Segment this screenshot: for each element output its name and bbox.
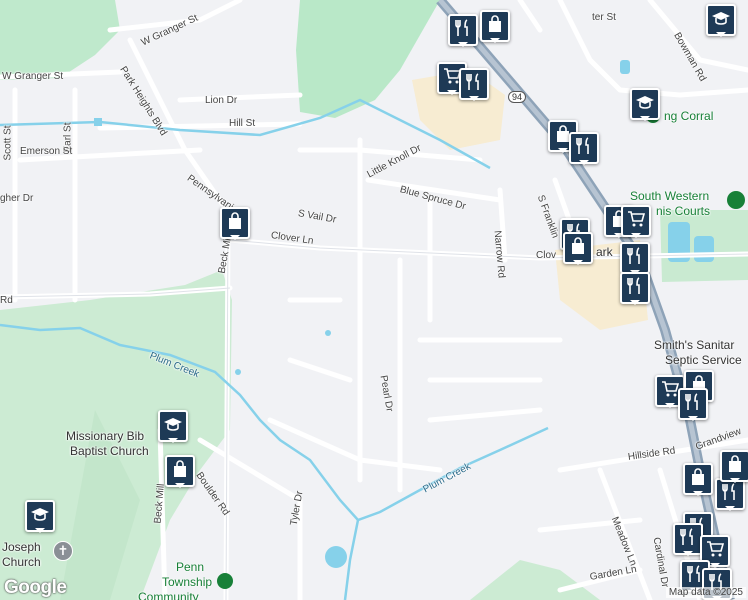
shopping-pin[interactable]	[165, 455, 195, 488]
fork-knife-icon	[574, 136, 594, 161]
place-label-penn[interactable]: Penn	[176, 560, 204, 574]
fork-knife-icon	[453, 18, 473, 43]
place-label-tennis-courts[interactable]: nis Courts	[656, 204, 710, 218]
shopping-bag-icon	[485, 14, 505, 39]
place-label-township[interactable]: Township	[162, 575, 212, 589]
place-label-community[interactable]: Community	[138, 590, 199, 600]
place-label-joseph[interactable]: Joseph	[2, 540, 41, 554]
restaurant-pin[interactable]	[620, 272, 650, 305]
place-label-smiths[interactable]: Smith's Sanitar	[654, 338, 734, 352]
school-pin[interactable]	[706, 4, 736, 37]
street-label-rd: Rd	[0, 295, 13, 306]
google-logo: Google	[4, 577, 67, 598]
place-label-corral[interactable]: ng Corral	[664, 109, 713, 123]
fork-knife-icon	[625, 276, 645, 301]
street-label-scott-st: Scott St	[2, 125, 14, 161]
fork-knife-icon	[464, 72, 484, 97]
shopping-bag-icon	[225, 211, 245, 236]
street-label-clover-ln-east: Clov	[536, 250, 557, 261]
restaurant-pin[interactable]	[569, 132, 599, 165]
map-canvas[interactable]: W Granger St W Granger St Park Heights B…	[0, 0, 748, 600]
map-attribution[interactable]: Map data ©2025	[665, 587, 746, 598]
street-label-hill-st: Hill St	[229, 118, 256, 129]
fork-knife-icon	[625, 246, 645, 271]
shopping-bag-icon	[688, 467, 708, 492]
shopping-pin[interactable]	[563, 232, 593, 265]
route-shield-94: 94	[508, 91, 527, 103]
grocery-pin[interactable]	[621, 205, 651, 238]
shopping-pin[interactable]	[720, 450, 748, 483]
shopping-bag-icon	[725, 454, 745, 479]
park-tree-icon[interactable]	[217, 573, 233, 589]
shopping-cart-icon	[660, 379, 680, 404]
place-label-septic-service[interactable]: Septic Service	[665, 353, 742, 367]
place-label-south-western[interactable]: South Western	[630, 189, 709, 203]
shopping-pin[interactable]	[683, 463, 713, 496]
tennis-court-icon[interactable]	[727, 191, 745, 209]
restaurant-pin[interactable]	[673, 523, 703, 556]
restaurant-pin[interactable]	[620, 242, 650, 275]
shopping-cart-icon	[626, 209, 646, 234]
street-label-ter-st: ter St	[592, 12, 616, 23]
street-label-gher-dr: gher Dr	[0, 193, 34, 204]
shopping-pin[interactable]	[220, 207, 250, 240]
place-label-missionary[interactable]: Missionary Bib	[66, 429, 144, 443]
church-cross-icon[interactable]: ✝	[53, 541, 73, 561]
restaurant-pin[interactable]	[678, 388, 708, 421]
place-label-baptist-church[interactable]: Baptist Church	[70, 444, 149, 458]
fork-knife-icon	[683, 392, 703, 417]
graduation-cap-icon	[635, 92, 655, 117]
school-pin[interactable]	[25, 500, 55, 533]
place-label-ark: ark	[596, 245, 613, 259]
school-pin[interactable]	[630, 88, 660, 121]
street-label-lion-dr: Lion Dr	[205, 95, 238, 106]
shopping-bag-icon	[170, 459, 190, 484]
fork-knife-icon	[678, 527, 698, 552]
shopping-pin[interactable]	[480, 10, 510, 43]
restaurant-pin[interactable]	[448, 14, 478, 47]
street-label-emerson-st: Emerson St	[20, 146, 73, 157]
school-pin[interactable]	[158, 410, 188, 443]
place-label-church[interactable]: Church	[2, 555, 41, 569]
shopping-bag-icon	[568, 236, 588, 261]
street-label-w-granger-st: W Granger St	[2, 71, 64, 82]
graduation-cap-icon	[30, 504, 50, 529]
restaurant-pin[interactable]	[459, 68, 489, 101]
graduation-cap-icon	[711, 8, 731, 33]
graduation-cap-icon	[163, 414, 183, 439]
